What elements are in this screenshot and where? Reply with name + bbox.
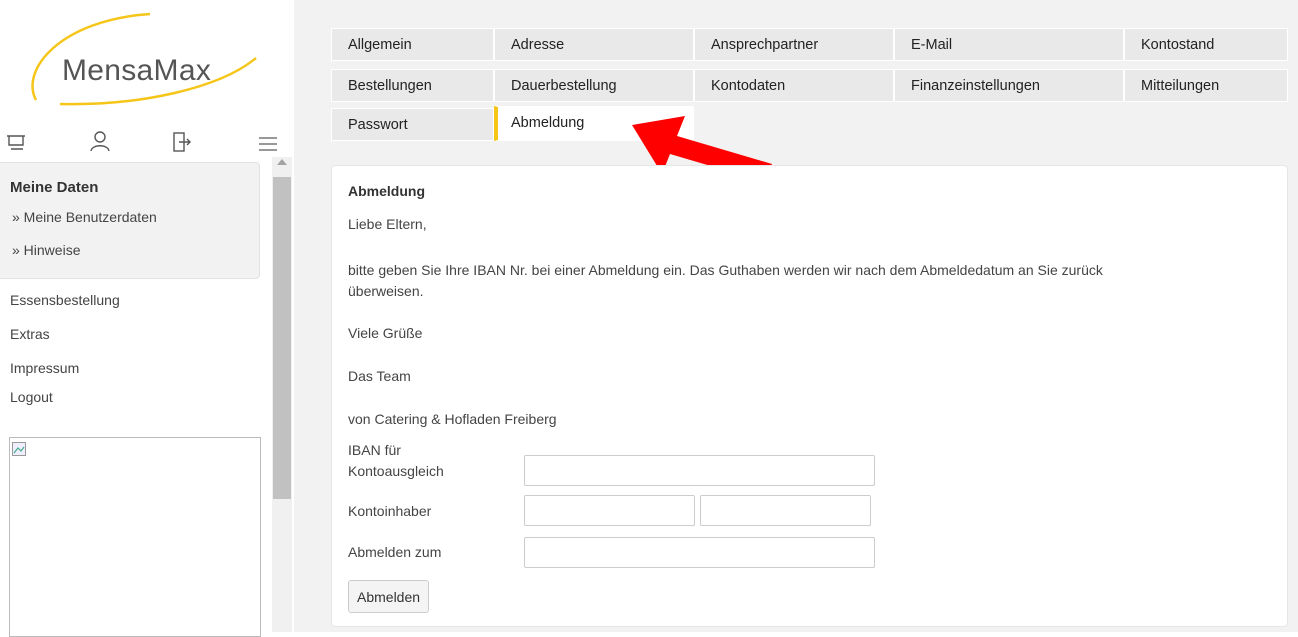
tab-kontodaten[interactable]: Kontodaten xyxy=(694,69,894,102)
iban-label: IBAN für Kontoausgleich xyxy=(348,440,444,482)
abmelden-zum-label: Abmelden zum xyxy=(348,544,442,560)
section-title[interactable]: Meine Daten xyxy=(10,179,98,196)
tab-kontostand[interactable]: Kontostand xyxy=(1124,28,1288,61)
tab-mitteilungen[interactable]: Mitteilungen xyxy=(1124,69,1288,102)
scrollbar-thumb[interactable] xyxy=(273,177,291,499)
menu-icon[interactable] xyxy=(256,132,280,156)
abmeldung-panel: Abmeldung Liebe Eltern, bitte geben Sie … xyxy=(331,165,1288,627)
sidebar-item-benutzerdaten[interactable]: » Meine Benutzerdaten xyxy=(12,209,157,225)
regards-text: Viele Grüße xyxy=(348,325,423,341)
iban-label-line-2: Kontoausgleich xyxy=(348,463,444,479)
kontoinhaber-last-input[interactable] xyxy=(700,495,871,526)
nav-impressum[interactable]: Impressum xyxy=(10,360,79,376)
meine-daten-section: Meine Daten » Meine Benutzerdaten » Hinw… xyxy=(0,162,260,279)
cart-icon[interactable] xyxy=(4,130,28,154)
logo-text: MensaMax xyxy=(62,54,212,87)
iban-label-line-1: IBAN für xyxy=(348,442,401,458)
message-line-1: bitte geben Sie Ihre IBAN Nr. bei einer … xyxy=(348,262,1103,278)
user-icon[interactable] xyxy=(88,130,112,154)
nav-logout[interactable]: Logout xyxy=(10,389,53,405)
signature-text: von Catering & Hofladen Freiberg xyxy=(348,411,557,427)
tab-adresse[interactable]: Adresse xyxy=(494,28,694,61)
logout-door-icon[interactable] xyxy=(170,130,194,154)
iban-input[interactable] xyxy=(524,455,875,486)
panel-heading: Abmeldung xyxy=(348,183,425,199)
tab-passwort[interactable]: Passwort xyxy=(331,108,494,141)
nav-essensbestellung[interactable]: Essensbestellung xyxy=(10,292,120,308)
tab-ansprechpartner[interactable]: Ansprechpartner xyxy=(694,28,894,61)
nav-extras[interactable]: Extras xyxy=(10,326,50,342)
tab-finanzeinstellungen[interactable]: Finanzeinstellungen xyxy=(894,69,1124,102)
sidebar-scrollbar[interactable] xyxy=(272,157,292,632)
team-text: Das Team xyxy=(348,368,411,384)
tab-email[interactable]: E-Mail xyxy=(894,28,1124,61)
kontoinhaber-label: Kontoinhaber xyxy=(348,503,432,519)
tab-dauerbestellung[interactable]: Dauerbestellung xyxy=(494,69,694,102)
message-line-2: überweisen. xyxy=(348,283,424,299)
image-placeholder xyxy=(9,437,261,637)
tab-allgemein[interactable]: Allgemein xyxy=(331,28,494,61)
greeting-text: Liebe Eltern, xyxy=(348,216,427,232)
sidebar: MensaMax Meine Daten » Meine Benutzerdat… xyxy=(0,0,277,637)
abmelden-button[interactable]: Abmelden xyxy=(348,580,430,613)
kontoinhaber-first-input[interactable] xyxy=(524,495,695,526)
scroll-up-arrow-icon[interactable] xyxy=(277,159,287,165)
tab-bestellungen[interactable]: Bestellungen xyxy=(331,69,494,102)
broken-image-icon xyxy=(12,442,26,456)
sidebar-item-hinweise[interactable]: » Hinweise xyxy=(12,242,80,258)
abmelden-zum-input[interactable] xyxy=(524,537,875,568)
